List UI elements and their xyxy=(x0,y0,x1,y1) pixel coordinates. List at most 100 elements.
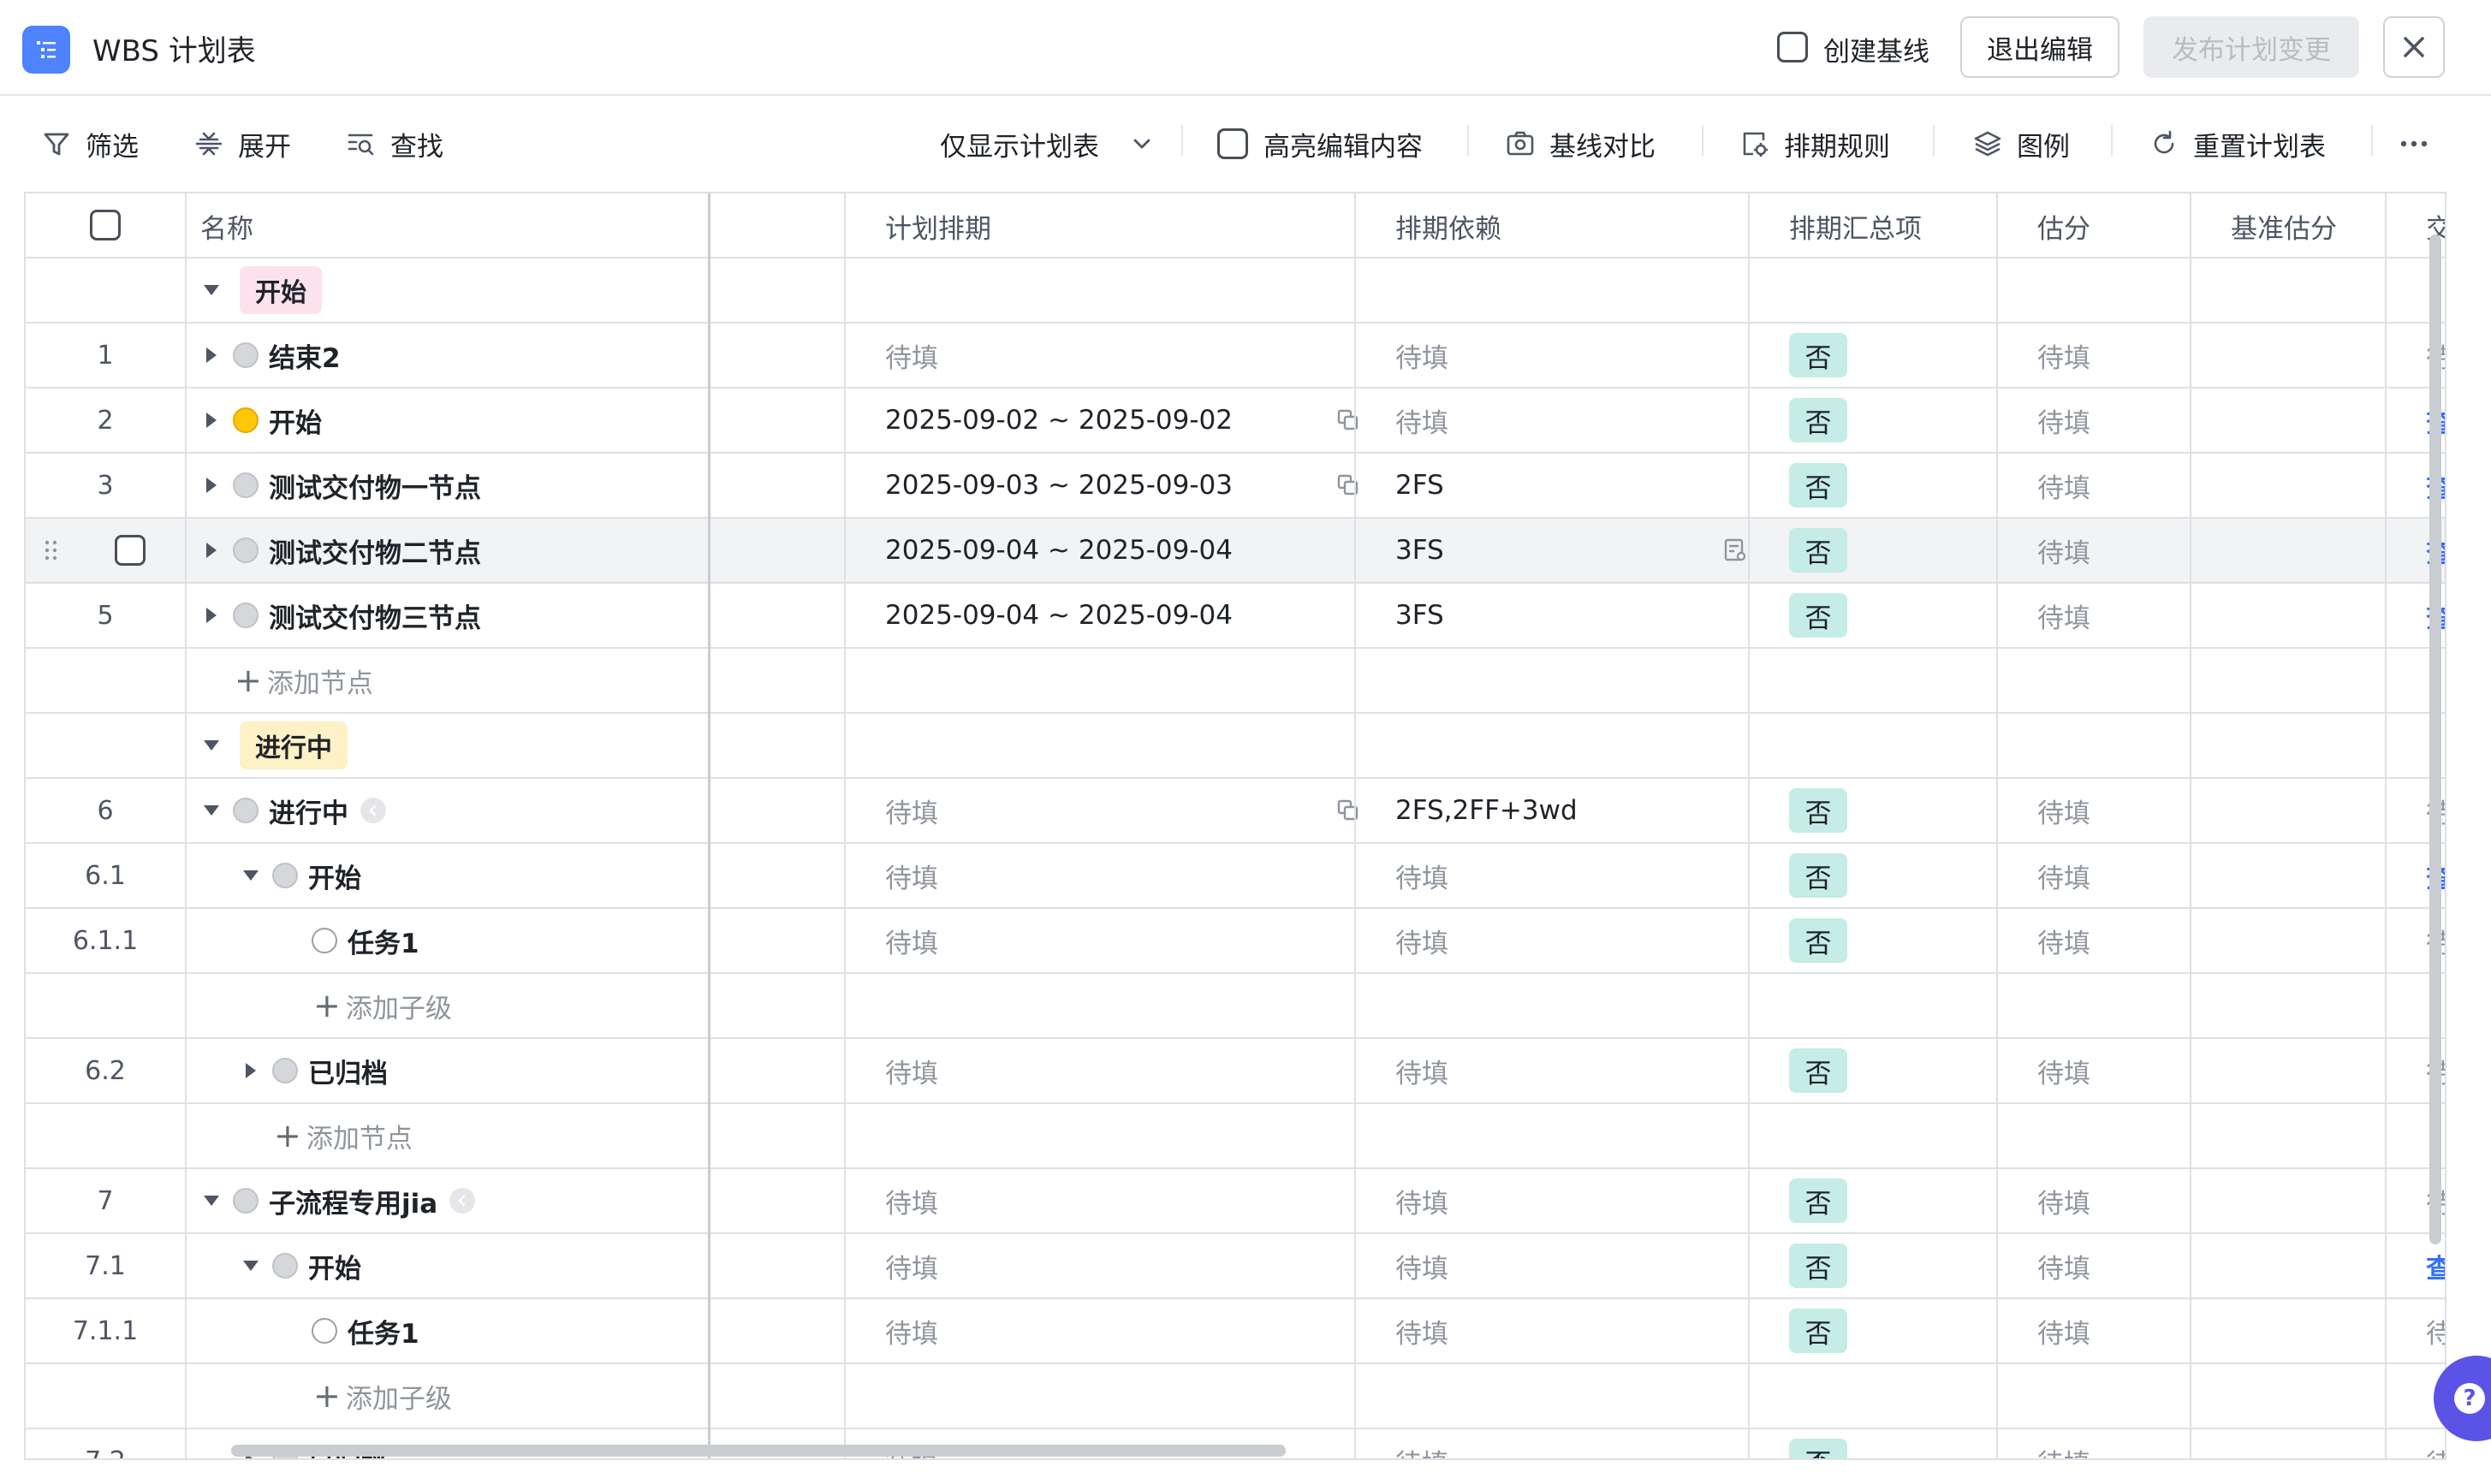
exit-edit-button[interactable]: 退出编辑 xyxy=(1960,16,2119,78)
expand-arrow-icon[interactable] xyxy=(206,347,217,363)
estimate-cell[interactable]: 待填 xyxy=(2022,584,2215,647)
summary-badge[interactable]: 否 xyxy=(1789,788,1847,833)
publish-changes-button[interactable]: 发布计划变更 xyxy=(2143,16,2359,78)
create-baseline-checkbox[interactable] xyxy=(1777,32,1808,62)
dependency-cell[interactable]: 待填 xyxy=(1380,1234,1774,1297)
view-select-dropdown[interactable]: 仅显示计划表 xyxy=(940,127,1154,163)
status-icon[interactable] xyxy=(233,537,259,563)
copy-icon[interactable] xyxy=(1335,472,1361,498)
node-name[interactable]: 测试交付物三节点 xyxy=(269,597,481,635)
estimate-cell[interactable]: 待填 xyxy=(2022,519,2215,582)
add-node-button[interactable]: + 添加节点 xyxy=(185,1104,733,1167)
dependency-cell[interactable]: 3FS xyxy=(1380,584,1774,647)
estimate-cell[interactable]: 待填 xyxy=(2022,1429,2215,1459)
schedule-cell[interactable]: 待填 xyxy=(870,1299,1380,1362)
estimate-cell[interactable]: 待填 xyxy=(2022,324,2215,387)
dependency-cell[interactable]: 待填 xyxy=(1380,844,1774,907)
highlight-edits-toggle[interactable]: 高亮编辑内容 xyxy=(1217,127,1423,163)
summary-badge[interactable]: 否 xyxy=(1789,593,1847,638)
table-row[interactable]: 6.1.1任务1待填待填否待填待填 xyxy=(26,909,2445,974)
schedule-cell[interactable]: 2025-09-02 ~ 2025-09-02 xyxy=(870,389,1380,452)
drag-handle-icon[interactable] xyxy=(43,537,60,563)
summary-badge[interactable]: 否 xyxy=(1789,333,1847,377)
table-row[interactable]: 7.1.1任务1待填待填否待填待填 xyxy=(26,1299,2445,1364)
vertical-scrollbar[interactable] xyxy=(2429,234,2441,1244)
node-name[interactable]: 测试交付物二节点 xyxy=(269,531,481,570)
estimate-cell[interactable]: 待填 xyxy=(2022,454,2215,517)
estimate-cell[interactable]: 待填 xyxy=(2022,1299,2215,1362)
horizontal-scrollbar[interactable] xyxy=(231,1445,1286,1457)
filter-button[interactable]: 筛选 xyxy=(41,127,139,163)
row-checkbox[interactable] xyxy=(115,535,146,566)
column-header-baseline-estimate[interactable]: 基准估分 xyxy=(2215,193,2411,258)
more-options-button[interactable] xyxy=(2397,127,2445,161)
copy-icon[interactable] xyxy=(1335,407,1361,433)
estimate-cell[interactable]: 待填 xyxy=(2022,844,2215,907)
column-header-schedule[interactable]: 计划排期 xyxy=(870,193,1380,258)
estimate-cell[interactable]: 待填 xyxy=(2022,1234,2215,1297)
schedule-cell[interactable]: 2025-09-04 ~ 2025-09-04 xyxy=(870,519,1380,582)
add-row[interactable]: + 添加节点 xyxy=(26,1104,2445,1169)
dependency-cell[interactable]: 待填 xyxy=(1380,1429,1774,1459)
table-row[interactable]: 5测试交付物三节点2025-09-04 ~ 2025-09-043FS否待填查看 xyxy=(26,584,2445,649)
status-icon[interactable] xyxy=(233,798,259,823)
node-name[interactable]: 子流程专用jia xyxy=(269,1182,437,1220)
schedule-cell[interactable]: 待填 xyxy=(870,909,1380,972)
expand-arrow-icon[interactable] xyxy=(206,608,217,623)
highlight-edits-checkbox[interactable] xyxy=(1217,128,1248,159)
schedule-cell[interactable]: 待填 xyxy=(870,324,1380,387)
column-header-dependency[interactable]: 排期依赖 xyxy=(1380,193,1774,258)
summary-badge[interactable]: 否 xyxy=(1789,463,1847,508)
dependency-cell[interactable]: 待填 xyxy=(1380,1169,1774,1232)
summary-badge[interactable]: 否 xyxy=(1789,1048,1847,1093)
group-row[interactable]: 开始 xyxy=(26,258,2445,324)
summary-badge[interactable]: 否 xyxy=(1789,1309,1847,1353)
copy-icon[interactable] xyxy=(1335,798,1361,823)
schedule-cell[interactable]: 2025-09-03 ~ 2025-09-03 xyxy=(870,454,1380,517)
status-icon[interactable] xyxy=(312,1318,337,1344)
baseline-compare-button[interactable]: 基线对比 xyxy=(1505,127,1656,163)
expand-button[interactable]: 展开 xyxy=(193,127,291,163)
create-baseline-label[interactable]: 创建基线 xyxy=(1823,30,1929,68)
status-icon[interactable] xyxy=(233,407,259,433)
frozen-column-divider[interactable] xyxy=(708,193,710,1458)
schedule-cell[interactable]: 待填 xyxy=(870,844,1380,907)
node-name[interactable]: 结束2 xyxy=(269,336,341,375)
table-row[interactable]: 7子流程专用jia待填待填否待填待填 xyxy=(26,1169,2445,1234)
node-name[interactable]: 开始 xyxy=(308,857,361,895)
expand-arrow-icon[interactable] xyxy=(246,1063,256,1078)
estimate-cell[interactable]: 待填 xyxy=(2022,389,2215,452)
legend-button[interactable]: 图例 xyxy=(1972,127,2070,163)
table-row[interactable]: 6.1开始待填待填否待填查看 xyxy=(26,844,2445,909)
status-icon[interactable] xyxy=(233,342,259,368)
dependency-cell[interactable]: 待填 xyxy=(1380,1039,1774,1102)
estimate-cell[interactable]: 待填 xyxy=(2022,1039,2215,1102)
dependency-edit-icon[interactable] xyxy=(1722,537,1748,563)
summary-badge[interactable]: 否 xyxy=(1789,918,1847,963)
schedule-cell[interactable]: 待填 xyxy=(870,779,1380,842)
select-all-checkbox[interactable] xyxy=(90,210,121,240)
collapse-arrow-icon[interactable] xyxy=(204,1196,219,1206)
dependency-cell[interactable]: 待填 xyxy=(1380,1299,1774,1362)
node-name[interactable]: 任务1 xyxy=(348,1312,419,1350)
table-row[interactable]: 测试交付物二节点2025-09-04 ~ 2025-09-043FS否待填查看 xyxy=(26,519,2445,584)
table-row[interactable]: 2开始2025-09-02 ~ 2025-09-02待填否待填查看 xyxy=(26,389,2445,454)
schedule-cell[interactable]: 待填 xyxy=(870,1234,1380,1297)
expand-arrow-icon[interactable] xyxy=(206,478,217,493)
status-icon[interactable] xyxy=(312,928,337,953)
dependency-cell[interactable]: 待填 xyxy=(1380,389,1774,452)
status-icon[interactable] xyxy=(272,863,298,888)
find-button[interactable]: 查找 xyxy=(346,127,443,163)
status-icon[interactable] xyxy=(272,1058,298,1083)
add-row[interactable]: + 添加子级 xyxy=(26,974,2445,1039)
summary-badge[interactable]: 否 xyxy=(1789,528,1847,573)
table-row[interactable]: 6进行中待填2FS,2FF+3wd否待填待填 xyxy=(26,779,2445,844)
estimate-cell[interactable]: 待填 xyxy=(2022,1169,2215,1232)
status-icon[interactable] xyxy=(233,472,259,498)
dependency-cell[interactable]: 3FS xyxy=(1380,519,1774,582)
collapse-arrow-icon[interactable] xyxy=(243,1261,259,1271)
deliverable-link[interactable]: 查看 xyxy=(2411,1234,2445,1297)
node-name[interactable]: 开始 xyxy=(269,401,322,440)
add-node-button[interactable]: + 添加子级 xyxy=(185,1364,733,1428)
dependency-cell[interactable]: 待填 xyxy=(1380,324,1774,387)
